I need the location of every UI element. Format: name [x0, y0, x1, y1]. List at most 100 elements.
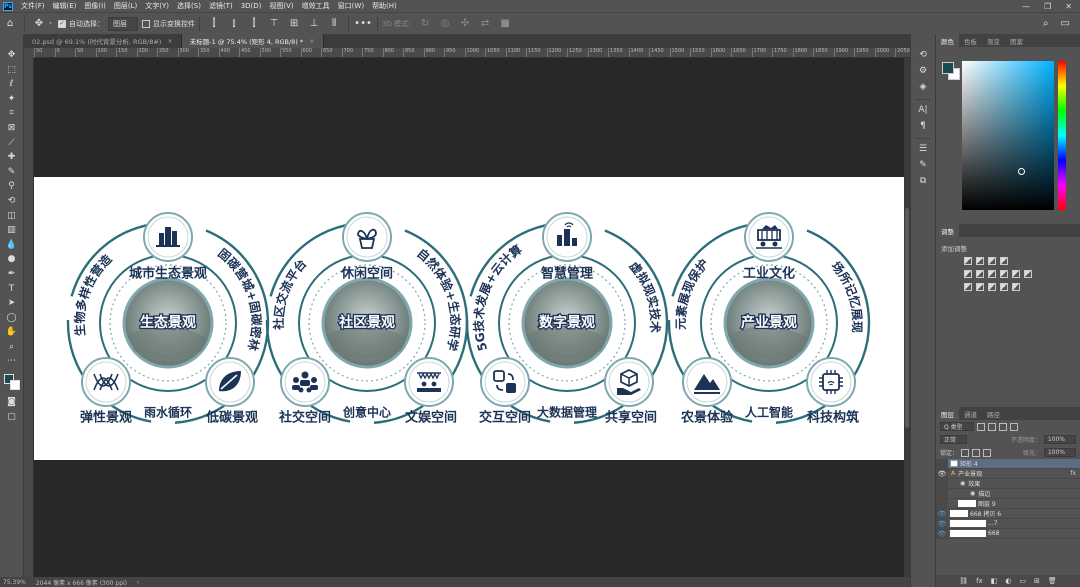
hue-slider[interactable] — [1058, 61, 1066, 210]
filter-pixel-icon[interactable] — [976, 422, 985, 431]
layer-row[interactable]: 👁 ...7 — [936, 518, 1080, 529]
tab-paths[interactable]: 路径 — [982, 407, 1005, 420]
chevron-right-icon[interactable]: › — [137, 579, 139, 586]
color-picker-field[interactable] — [962, 61, 1054, 210]
blend-mode-dropdown[interactable]: 正常 — [940, 435, 968, 444]
gradient-tool-icon[interactable]: ▥ — [4, 223, 20, 237]
delete-layer-icon[interactable]: 🗑 — [1048, 577, 1057, 585]
minimize-button[interactable]: — — [1022, 2, 1030, 11]
zoom-level[interactable]: 75.39% — [3, 579, 26, 586]
color-swatches[interactable] — [3, 373, 21, 391]
more-tools-icon[interactable]: ⋯ — [4, 354, 20, 368]
menu-3d[interactable]: 3D(D) — [237, 2, 266, 10]
tab-document-untitled[interactable]: 未标题-1 @ 75.4% (矩形 4, RGB/8) * × — [181, 34, 324, 48]
workspace-icon[interactable]: ▭ — [1061, 18, 1070, 29]
tab-document-02[interactable]: 02.psd @ 69.1% (时代背景分析, RGB/8#) × — [24, 34, 182, 48]
home-icon[interactable]: ⌂ — [3, 17, 17, 31]
adjust-icon[interactable]: ☰ — [915, 142, 931, 156]
tab-adjustments[interactable]: 调整 — [936, 224, 959, 237]
paragraph-icon[interactable]: ¶ — [915, 119, 931, 133]
menu-file[interactable]: 文件(F) — [17, 1, 49, 11]
hue-saturation-icon[interactable] — [976, 270, 984, 278]
gradient-map-icon[interactable] — [1000, 283, 1008, 291]
visibility-icon[interactable]: 👁 — [936, 468, 948, 479]
3d-scale-icon[interactable]: ■ — [498, 17, 512, 31]
history-brush-icon[interactable]: ⟲ — [4, 194, 20, 208]
levels-icon[interactable] — [976, 257, 984, 265]
tab-channels[interactable]: 通道 — [959, 407, 982, 420]
color-cursor[interactable] — [1018, 168, 1025, 175]
channel-mixer-icon[interactable] — [1024, 270, 1032, 278]
align-bottom-icon[interactable]: ⊥ — [307, 17, 321, 31]
layer-row[interactable]: 👁 668 拷贝 6 — [936, 508, 1080, 519]
lock-pixels-icon[interactable] — [972, 448, 981, 457]
visibility-icon[interactable] — [936, 498, 948, 509]
magic-wand-icon[interactable]: ✦ — [4, 92, 20, 106]
invert-icon[interactable] — [964, 283, 972, 291]
move-tool-icon[interactable]: ✥ — [32, 17, 46, 31]
screen-mode-icon[interactable]: ▢ — [4, 410, 20, 424]
menu-window[interactable]: 窗口(W) — [334, 1, 368, 11]
layer-name[interactable]: 668 — [988, 530, 999, 537]
menu-plugins[interactable]: 增效工具 — [298, 1, 334, 11]
auto-select-checkbox[interactable]: ✓ — [58, 19, 67, 28]
brightness-icon[interactable] — [964, 257, 972, 265]
tab-color[interactable]: 颜色 — [936, 34, 959, 47]
visibility-icon[interactable]: 👁 — [936, 528, 948, 539]
document-canvas[interactable]: 生态景观 城市生态景观 生物多样性营造 固碳营城+固碳密林 弹性景观 雨水循环 低碳景观 社区… — [34, 177, 904, 460]
layer-effect-stroke-row[interactable]: ◉ 描边 — [936, 488, 1080, 499]
3d-slide-icon[interactable]: ⇄ — [478, 17, 492, 31]
visibility-icon[interactable] — [936, 488, 948, 499]
curves-icon[interactable] — [988, 257, 996, 265]
hand-tool-icon[interactable]: ✋ — [4, 325, 20, 339]
threshold-icon[interactable] — [988, 283, 996, 291]
history-icon[interactable]: ⟲ — [915, 48, 931, 62]
marquee-tool-icon[interactable]: ⬚ — [4, 63, 20, 77]
3d-pan-icon[interactable]: ✣ — [458, 17, 472, 31]
align-top-icon[interactable]: ⊤ — [267, 17, 281, 31]
photo-filter-icon[interactable] — [1012, 270, 1020, 278]
tab-swatches[interactable]: 色板 — [959, 34, 982, 47]
color-balance-icon[interactable] — [988, 270, 996, 278]
layer-row[interactable]: 👁 668 — [936, 528, 1080, 539]
posterize-icon[interactable] — [976, 283, 984, 291]
layer-fx-badge[interactable]: fx — [1070, 470, 1080, 477]
menu-type[interactable]: 文字(Y) — [141, 1, 173, 11]
filter-adjust-icon[interactable] — [987, 422, 996, 431]
layer-name[interactable]: 图层 9 — [978, 499, 996, 508]
menu-view[interactable]: 视图(V) — [265, 1, 297, 11]
align-middle-icon[interactable]: ⊞ — [287, 17, 301, 31]
more-options-button[interactable]: ••• — [354, 17, 372, 31]
lasso-tool-icon[interactable]: ℓ — [4, 77, 20, 91]
new-group-icon[interactable]: ▭ — [1019, 577, 1026, 585]
visibility-icon[interactable]: 👁 — [936, 518, 948, 529]
layer-name[interactable]: 矩形 4 — [960, 459, 978, 468]
effect-stroke-label[interactable]: 描边 — [978, 489, 990, 498]
maximize-button[interactable]: ❐ — [1044, 2, 1051, 11]
distribute-icon[interactable]: ⦀ — [327, 17, 341, 31]
add-style-icon[interactable]: fx — [976, 577, 983, 585]
pen-tool-icon[interactable]: ✒ — [4, 267, 20, 281]
lock-position-icon[interactable] — [983, 448, 992, 457]
align-left-icon[interactable]: ⫿ — [207, 17, 221, 31]
menu-edit[interactable]: 编辑(E) — [49, 1, 81, 11]
align-center-icon[interactable]: ⫾ — [227, 17, 241, 31]
fill-input[interactable]: 100% — [1043, 448, 1076, 457]
menu-filter[interactable]: 滤镜(T) — [205, 1, 237, 11]
new-layer-icon[interactable]: ⊞ — [1034, 577, 1040, 585]
auto-select-dropdown[interactable]: 图层 — [108, 16, 139, 31]
ruler-corner[interactable] — [24, 48, 34, 58]
effects-label[interactable]: 效果 — [968, 479, 980, 488]
menu-select[interactable]: 选择(S) — [173, 1, 205, 11]
vibrance-icon[interactable] — [964, 270, 972, 278]
3d-roll-icon[interactable]: ◎ — [438, 17, 452, 31]
horizontal-ruler[interactable]: 50 0 50 100 150 200 250 300 350 400 450 500 550 600 65… — [34, 48, 910, 58]
close-button[interactable]: ✕ — [1065, 2, 1072, 11]
close-tab-icon[interactable]: × — [309, 37, 314, 45]
layer-filter-dropdown[interactable]: Q 类型 — [940, 422, 974, 431]
visibility-icon[interactable] — [936, 478, 948, 489]
black-white-icon[interactable] — [1000, 270, 1008, 278]
eyedropper-icon[interactable]: ⟋ — [4, 136, 20, 150]
3d-rotate-icon[interactable]: ↻ — [418, 17, 432, 31]
3d-icon[interactable]: ◈ — [915, 80, 931, 94]
